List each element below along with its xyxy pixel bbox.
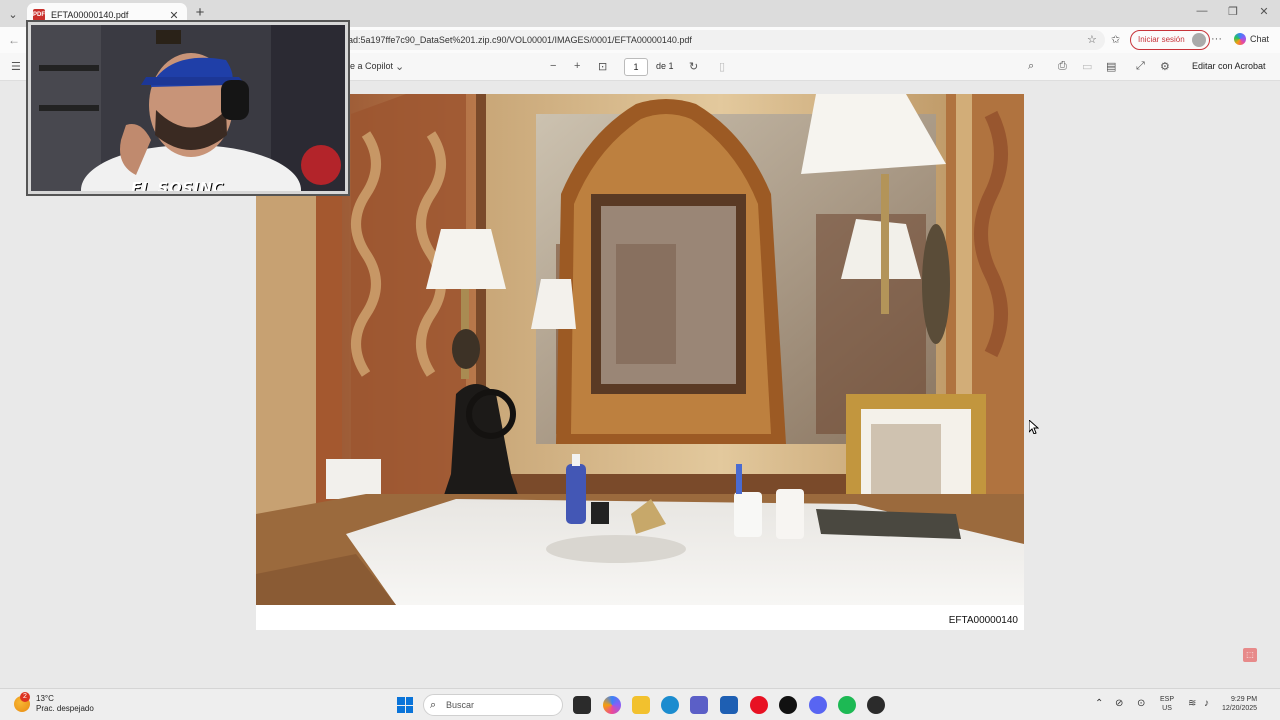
page-number-input[interactable]: 1 xyxy=(624,58,648,76)
microphone-icon[interactable]: ⊙ xyxy=(1137,698,1145,709)
streamer-name-label: EL SOSINC xyxy=(131,179,225,194)
fit-page-icon[interactable]: ⊡ xyxy=(598,60,607,73)
document-id-label: EFTA00000140 xyxy=(948,615,1018,626)
search-placeholder: Buscar xyxy=(446,700,475,710)
save-as-icon[interactable]: ▤ xyxy=(1106,60,1116,73)
rotate-icon[interactable]: ↻ xyxy=(689,60,698,73)
minimize-icon[interactable]: — xyxy=(1192,5,1212,17)
windows-start-icon[interactable] xyxy=(397,697,413,713)
avatar-icon xyxy=(1191,33,1206,47)
page-count-label: de 1 xyxy=(656,61,674,71)
search-icon: ⌕ xyxy=(430,699,437,711)
signin-button[interactable]: Iniciar sesión xyxy=(1130,30,1210,50)
tiktok-icon[interactable] xyxy=(779,696,797,714)
chevron-down-icon[interactable]: ⌄ xyxy=(395,60,404,73)
save-icon[interactable]: ▭ xyxy=(1082,60,1092,73)
volume-icon[interactable]: ♪ xyxy=(1204,698,1209,709)
zoom-out-button[interactable]: − xyxy=(550,60,556,72)
more-options-icon[interactable]: ··· xyxy=(1211,33,1222,45)
bathroom-photo xyxy=(256,94,1024,605)
signin-label: Iniciar sesión xyxy=(1138,35,1185,44)
clock-date: 12/20/2025 xyxy=(1222,705,1258,712)
pdf-file-icon: PDF xyxy=(33,9,45,21)
language-code: ESP xyxy=(1160,696,1175,703)
keyboard-layout: US xyxy=(1162,705,1172,712)
favorites-icon[interactable]: ✩ xyxy=(1111,33,1120,46)
ask-copilot-button[interactable]: e a Copilot xyxy=(350,61,393,71)
notification-badge: 2 xyxy=(20,692,30,702)
back-arrow-icon[interactable]: ← xyxy=(8,33,20,47)
contents-list-icon[interactable]: ☰ xyxy=(11,60,21,73)
acrobat-icon[interactable]: ⬚ xyxy=(1243,648,1257,662)
copilot-icon xyxy=(1234,33,1246,45)
clock-time: 9:29 PM xyxy=(1230,696,1258,703)
edge-browser-icon[interactable] xyxy=(661,696,679,714)
maximize-icon[interactable]: ❐ xyxy=(1223,5,1243,18)
spotify-icon[interactable] xyxy=(838,696,856,714)
copilot-app-icon[interactable] xyxy=(603,696,621,714)
close-tab-icon[interactable]: ✕ xyxy=(167,9,181,22)
page-view-icon[interactable]: ▯ xyxy=(719,60,725,73)
system-clock[interactable]: 9:29 PM 12/20/2025 xyxy=(1222,695,1257,713)
opera-icon[interactable] xyxy=(750,696,768,714)
weather-sun-icon: 2 xyxy=(14,692,30,712)
obs-icon[interactable] xyxy=(867,696,885,714)
pdf-page: EFTA00000140 xyxy=(256,94,1024,630)
zoom-in-button[interactable]: + xyxy=(574,60,580,72)
weather-desc: Prac. despejado xyxy=(36,704,94,713)
wifi-icon[interactable]: ≋ xyxy=(1188,698,1196,709)
print-icon[interactable]: ⎙ xyxy=(1058,60,1067,73)
store-icon[interactable] xyxy=(720,696,738,714)
favorite-star-icon[interactable]: ☆ xyxy=(1087,33,1097,46)
new-tab-button[interactable]: + xyxy=(192,5,208,21)
network-icon[interactable]: ⊘ xyxy=(1115,698,1123,709)
teams-icon[interactable] xyxy=(690,696,708,714)
edit-with-acrobat-button[interactable]: Editar con Acrobat xyxy=(1192,61,1266,71)
tray-chevron-up-icon[interactable]: ⌃ xyxy=(1095,698,1103,709)
tab-title: EFTA00000140.pdf xyxy=(51,10,129,20)
mouse-cursor-icon xyxy=(1028,418,1040,439)
language-indicator[interactable]: ESP US xyxy=(1160,695,1174,713)
task-view-icon[interactable] xyxy=(573,696,591,714)
url-field[interactable]: ad:5a197ffe7c90_DataSet%201.zip.c90/VOL0… xyxy=(340,30,1105,50)
chat-label: Chat xyxy=(1250,34,1270,44)
copilot-chat-button[interactable]: Chat xyxy=(1234,33,1269,45)
weather-temp: 13°C xyxy=(36,694,54,703)
fullscreen-icon[interactable]: ⤢ xyxy=(1136,60,1145,73)
taskbar: 2 13°C Prac. despejado ⌕ Buscar ⌃ ⊘ ⊙ ES… xyxy=(0,688,1280,720)
settings-gear-icon[interactable]: ⚙ xyxy=(1160,60,1170,73)
file-explorer-icon[interactable] xyxy=(632,696,650,714)
discord-icon[interactable] xyxy=(809,696,827,714)
search-icon[interactable]: ⌕ xyxy=(1028,60,1034,73)
tab-list-chevron-icon[interactable]: ⌄ xyxy=(4,5,22,23)
close-window-icon[interactable]: ✕ xyxy=(1254,5,1274,18)
weather-widget[interactable]: 2 13°C Prac. despejado xyxy=(14,692,94,714)
taskbar-search-input[interactable]: ⌕ Buscar xyxy=(423,694,563,716)
webcam-overlay: EL SOSINC xyxy=(28,22,348,194)
